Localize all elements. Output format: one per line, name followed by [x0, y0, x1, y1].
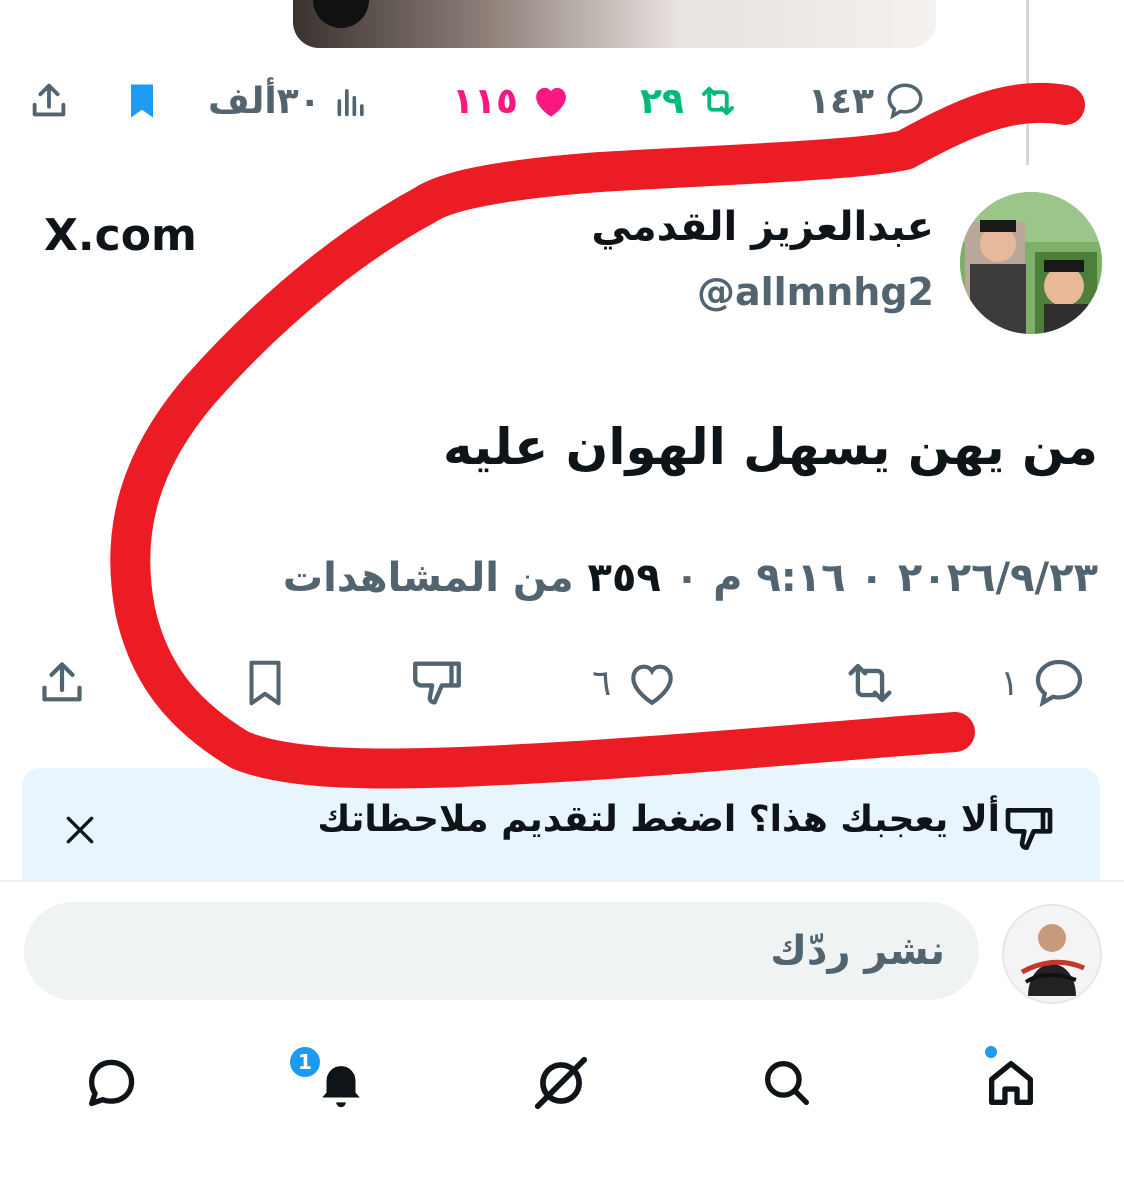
home-icon	[989, 1061, 1033, 1105]
reply-input[interactable]	[24, 902, 979, 1000]
home-unread-dot	[985, 1046, 997, 1058]
share-button[interactable]	[34, 650, 90, 716]
reply-button[interactable]: ١	[1000, 650, 1087, 716]
bookmark-button[interactable]	[120, 76, 164, 126]
current-user-avatar[interactable]	[1002, 904, 1102, 1004]
post-views-count: ٣٥٩	[587, 555, 661, 601]
author-name[interactable]: عبدالعزيز القدمي	[591, 204, 934, 250]
notifications-badge: 1	[287, 1044, 323, 1080]
like-count: ٦	[592, 662, 612, 704]
divider	[0, 880, 1124, 882]
share-icon	[42, 662, 82, 702]
nav-messages[interactable]	[76, 1048, 146, 1118]
media-play-icon[interactable]	[313, 0, 369, 28]
like-count: ١١٥	[452, 80, 518, 122]
close-banner-button[interactable]	[60, 810, 100, 850]
post-timestamp[interactable]: ٢٠٢٦/٩/٢٣ ٠ ٩:١٦ م ٠	[675, 555, 1098, 601]
heart-icon	[631, 664, 674, 706]
feedback-banner-text: ألا يعجبك هذا؟ اضغط لتقديم ملاحظاتك	[317, 799, 1000, 840]
source-link[interactable]: X.com	[44, 210, 197, 261]
previous-post-media[interactable]	[293, 0, 936, 48]
heart-filled-icon	[536, 87, 566, 117]
grok-icon	[534, 1056, 588, 1110]
repost-button[interactable]	[836, 650, 904, 716]
search-icon	[765, 1061, 809, 1105]
repost-icon	[702, 86, 734, 116]
banner-thumbs-down-icon	[1000, 801, 1058, 857]
repost-count: ٢٩	[640, 80, 684, 122]
repost-icon	[848, 663, 892, 703]
reply-count: ١٤٣	[808, 80, 874, 122]
messages-icon	[89, 1059, 135, 1107]
nav-search[interactable]	[752, 1048, 822, 1118]
repost-count-button[interactable]: ٢٩	[640, 76, 742, 126]
post-views-label: من المشاهدات	[282, 555, 574, 601]
post-meta: ٢٠٢٦/٩/٢٣ ٠ ٩:١٦ م ٠ ٣٥٩ من المشاهدات	[283, 555, 1098, 601]
reply-icon	[1036, 659, 1083, 708]
analytics-icon	[337, 89, 364, 117]
views-count: ٣٠ألف	[208, 80, 321, 122]
reply-count: ١	[1000, 662, 1020, 704]
nav-home[interactable]	[976, 1048, 1046, 1118]
share-button[interactable]	[26, 76, 72, 126]
like-button[interactable]: ٦	[592, 650, 681, 716]
close-icon	[66, 816, 94, 844]
thread-line	[1026, 0, 1029, 165]
bookmark-icon	[249, 660, 281, 706]
views-count-button[interactable]: ٣٠ألف	[208, 76, 371, 126]
author-avatar[interactable]	[960, 192, 1102, 334]
like-count-button[interactable]: ١١٥	[452, 76, 574, 126]
dislike-button[interactable]	[408, 650, 466, 716]
reply-icon	[887, 83, 923, 120]
share-icon	[32, 83, 66, 117]
author-handle[interactable]: @allmnhg2	[697, 270, 934, 314]
thumbs-down-icon	[413, 661, 461, 705]
reply-count-button[interactable]: ١٤٣	[808, 76, 926, 126]
bookmark-filled-icon	[131, 84, 153, 118]
bookmark-button[interactable]	[238, 650, 292, 716]
post-text: من يهن يسهل الهوان عليه	[442, 418, 1098, 476]
nav-grok[interactable]	[526, 1048, 596, 1118]
